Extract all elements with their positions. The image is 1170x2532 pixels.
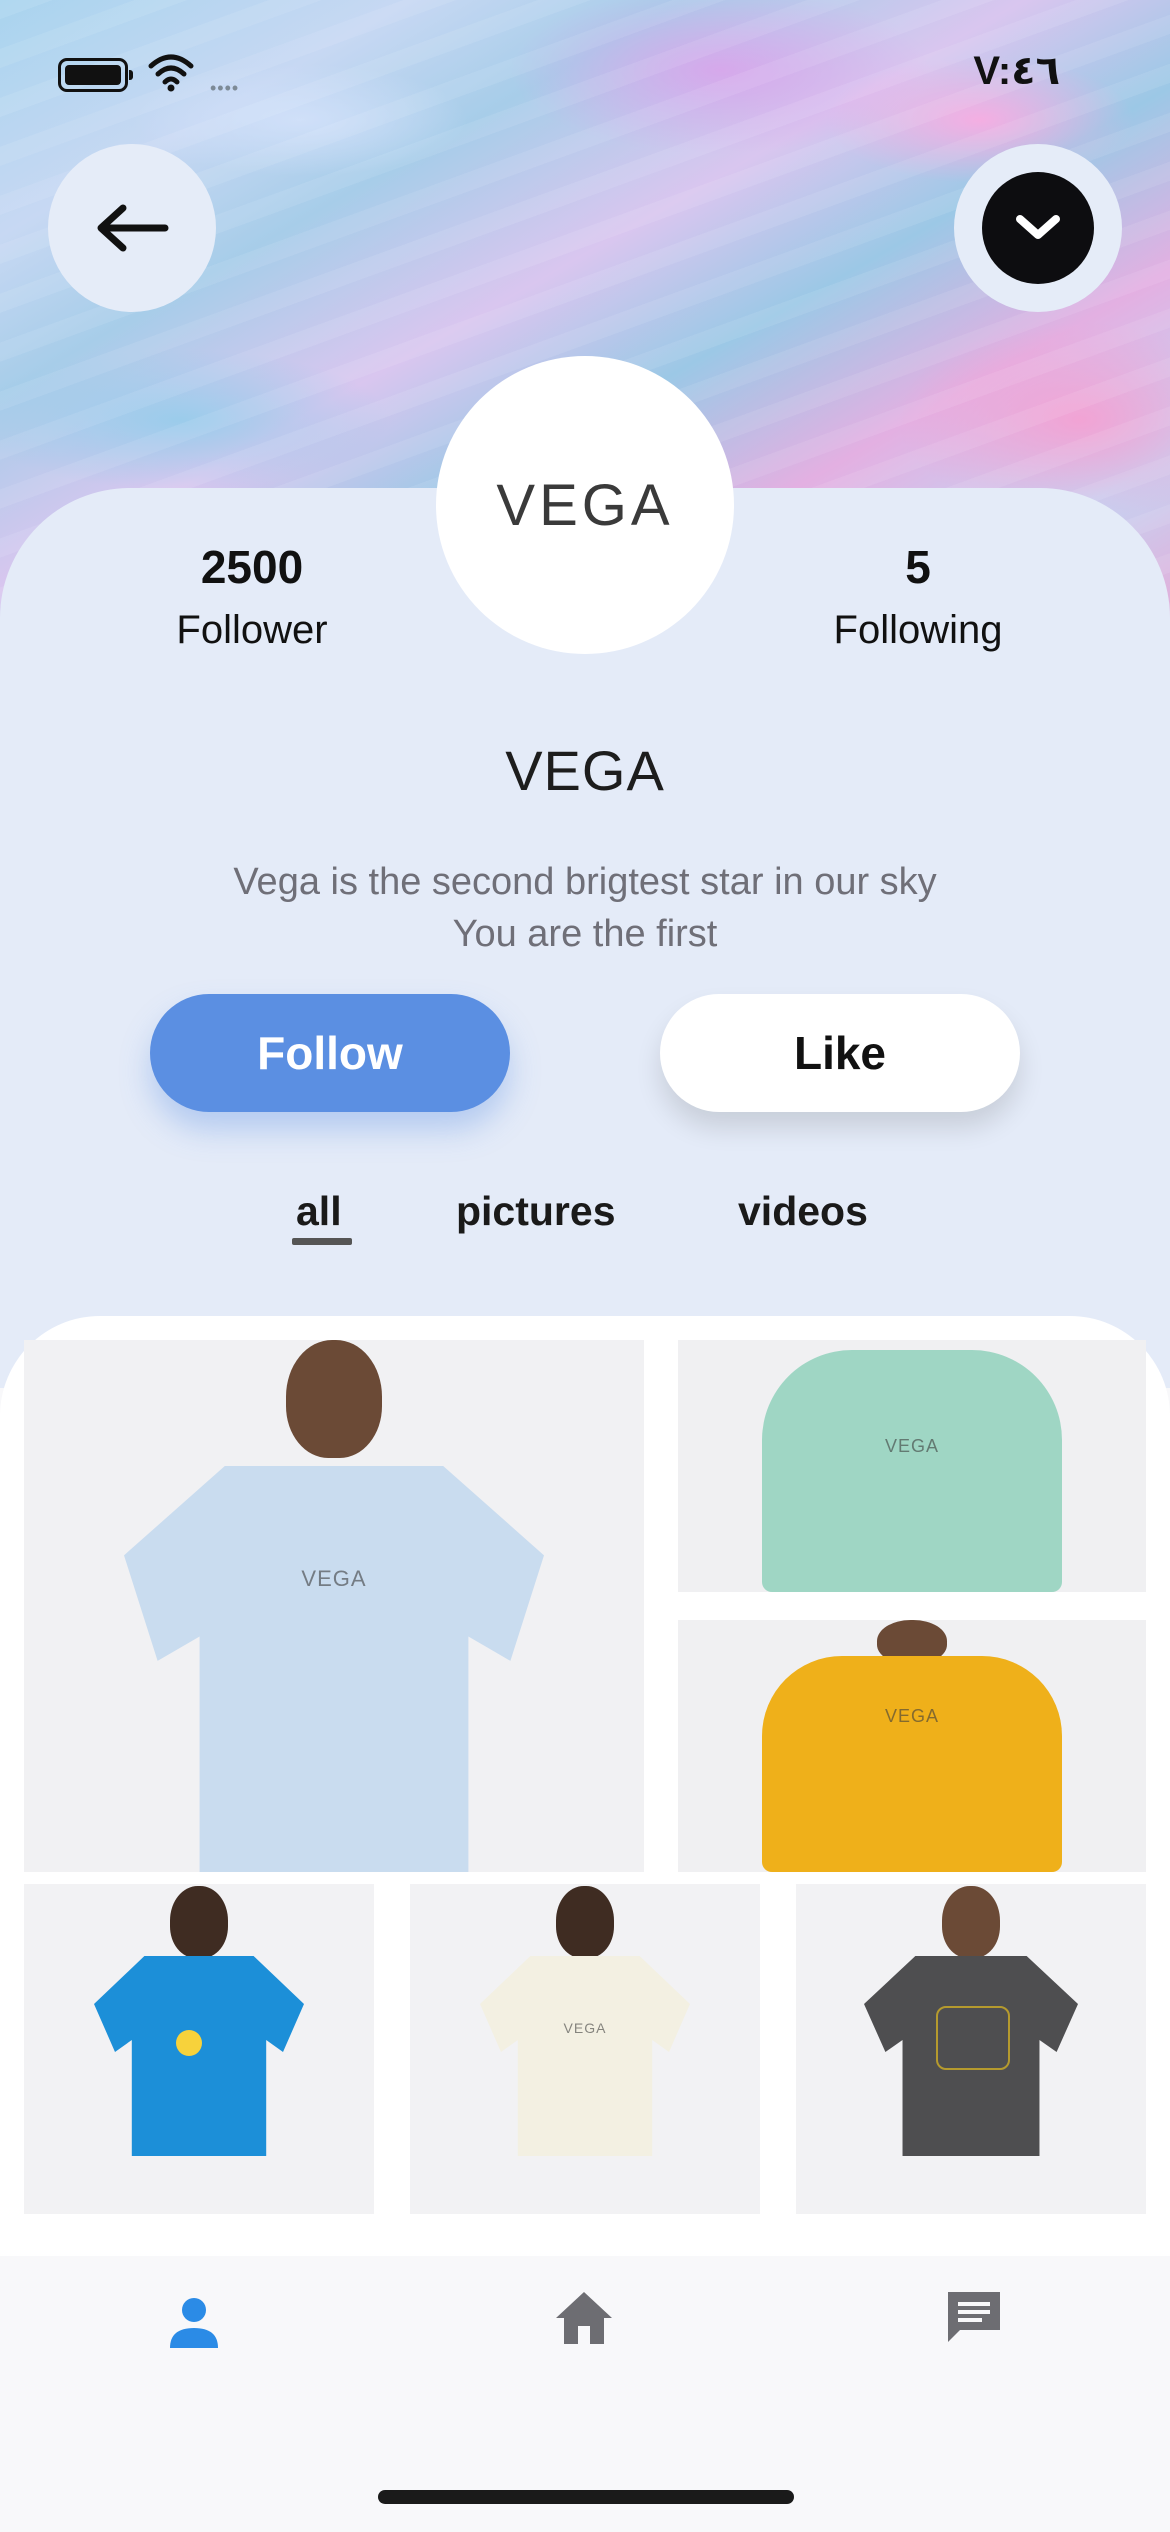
gallery-item[interactable]: VEGA (678, 1620, 1146, 1872)
signal-dots: •••• (210, 78, 240, 98)
following-stat[interactable]: 5 Following (788, 540, 1048, 653)
tshirt-light-blue: VEGA (124, 1466, 544, 1872)
chat-icon[interactable] (942, 2286, 1006, 2350)
pacman-print (176, 2030, 202, 2056)
back-button[interactable] (48, 144, 216, 312)
gallery-item[interactable] (24, 1884, 374, 2214)
followers-label: Follower (176, 608, 328, 652)
bio-line-2: You are the first (452, 913, 718, 955)
tshirt-blue (94, 1956, 304, 2156)
follow-button[interactable]: Follow (150, 994, 510, 1112)
following-count: 5 (905, 541, 931, 593)
more-options-button[interactable] (954, 144, 1122, 312)
model-head (286, 1340, 382, 1458)
tshirt-cream: VEGA (480, 1956, 690, 2156)
active-tab-indicator (292, 1238, 352, 1245)
avatar-logo-text: VEGA (496, 472, 674, 538)
more-options-inner (982, 172, 1094, 284)
battery-icon (58, 58, 133, 92)
following-label: Following (833, 608, 1003, 652)
wifi-icon (148, 54, 194, 92)
avatar[interactable]: VEGA (436, 356, 734, 654)
like-button[interactable]: Like (660, 994, 1020, 1112)
model-head (556, 1886, 614, 1958)
followers-stat[interactable]: 2500 Follower (122, 540, 382, 653)
model-head (942, 1886, 1000, 1958)
model-head (170, 1886, 228, 1958)
shirt-logo: VEGA (884, 1436, 940, 1456)
arrow-left-icon (97, 204, 169, 252)
hoodie-mint: VEGA (762, 1350, 1062, 1592)
shirt-logo: VEGA (884, 1706, 940, 1726)
gallery-item[interactable]: VEGA (678, 1340, 1146, 1592)
home-indicator[interactable] (378, 2490, 794, 2504)
home-icon[interactable] (552, 2286, 616, 2350)
tab-videos[interactable]: videos (738, 1188, 868, 1235)
tab-pictures[interactable]: pictures (456, 1188, 616, 1235)
profile-name: VEGA (505, 739, 665, 802)
profile-bio: Vega is the second brigtest star in our … (0, 856, 1170, 960)
shirt-logo: VEGA (301, 1566, 367, 1591)
followers-count: 2500 (200, 541, 304, 593)
shirt-logo: VEGA (563, 2020, 607, 2036)
bio-line-1: Vega is the second brigtest star in our … (233, 861, 937, 903)
person-icon[interactable] (162, 2290, 226, 2354)
tab-all[interactable]: all (296, 1188, 342, 1235)
gallery-item[interactable]: VEGA (410, 1884, 760, 2214)
gallery-item[interactable]: VEGA (24, 1340, 644, 1872)
status-time: V:٤٦ (973, 49, 1060, 93)
graphic-print (936, 2006, 1010, 2070)
hoodie-yellow: VEGA (762, 1656, 1062, 1872)
gallery-item[interactable] (796, 1884, 1146, 2214)
chevron-down-icon (1016, 215, 1060, 239)
